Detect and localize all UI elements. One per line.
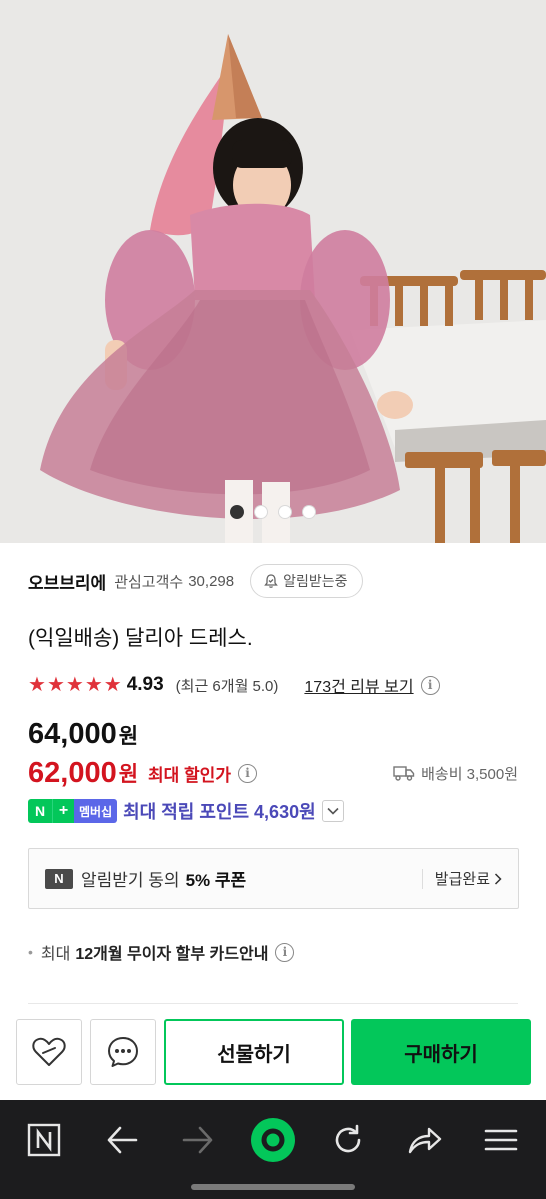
coupon-amount: 5% 쿠폰	[185, 871, 247, 890]
gallery-dot-2[interactable]	[254, 505, 268, 519]
back-icon[interactable]	[100, 1118, 144, 1162]
forward-icon[interactable]	[176, 1118, 220, 1162]
refresh-icon[interactable]	[326, 1118, 370, 1162]
divider	[421, 868, 423, 889]
bell-check-icon	[264, 574, 278, 588]
coupon-status[interactable]: 발급완료	[435, 868, 502, 889]
star-icon: ★	[46, 674, 65, 696]
truck-icon	[393, 766, 415, 781]
star-icon: ★	[28, 674, 46, 696]
naver-n-icon: N	[45, 868, 73, 889]
npay-n: N	[28, 799, 52, 823]
browser-navbar	[0, 1100, 546, 1199]
rating-stars: ★ ★ ★ ★ ★	[28, 675, 122, 695]
card-installment-row[interactable]: • 최대 12개월 무이자 할부 카드안내 i	[28, 938, 295, 966]
store-alarm-button[interactable]: 알림받는중	[250, 564, 363, 598]
shipping-fee: 배송비 3,500원	[393, 763, 518, 784]
talk-button[interactable]	[90, 1019, 156, 1085]
gallery-dot-4[interactable]	[302, 505, 316, 519]
store-row: 오브브리에 관심고객수 30,298 알림받는중	[28, 562, 518, 600]
coupon-status-label: 발급완료	[434, 871, 490, 888]
npay-membership: 멤버십	[74, 799, 118, 823]
gallery-pagination[interactable]	[0, 505, 546, 519]
heart-icon	[32, 1037, 66, 1066]
rating-recent: (최근 6개월 5.0)	[175, 677, 279, 695]
coupon-banner[interactable]: N 알림받기 동의 5% 쿠폰 발급완료	[28, 848, 519, 909]
gallery-dot-1[interactable]	[230, 505, 244, 519]
info-icon[interactable]: i	[275, 942, 295, 962]
info-icon[interactable]: i	[237, 763, 257, 783]
original-price: 64,000 원	[28, 718, 138, 751]
interest-count: 30,298	[188, 572, 235, 590]
product-image[interactable]	[0, 0, 546, 543]
max-point-text: 최대 적립 포인트 4,630원	[123, 802, 316, 822]
chevron-down-icon[interactable]	[321, 800, 344, 822]
shipping-text: 배송비 3,500원	[421, 765, 518, 783]
review-link[interactable]: 173건 리뷰 보기	[304, 673, 413, 697]
share-icon[interactable]	[403, 1118, 447, 1162]
sale-price-unit: 원	[118, 763, 139, 786]
coupon-text: 알림받기 동의	[81, 871, 180, 890]
card-prefix: 최대	[40, 946, 71, 963]
buy-button[interactable]: 구매하기	[351, 1019, 531, 1085]
menu-icon[interactable]	[479, 1118, 523, 1162]
original-price-value: 64,000	[28, 718, 117, 750]
sale-label: 최대 할인가	[148, 765, 231, 785]
green-dot-icon[interactable]	[251, 1118, 295, 1162]
point-row[interactable]: N + 멤버십 최대 적립 포인트 4,630원	[28, 798, 344, 824]
chat-icon	[108, 1037, 138, 1067]
interest-label: 관심고객수	[114, 573, 184, 591]
original-price-unit: 원	[118, 725, 139, 748]
npay-membership-badge: N + 멤버십	[28, 799, 118, 823]
store-name[interactable]: 오브브리에	[28, 569, 106, 594]
alarm-label: 알림받는중	[283, 573, 348, 589]
chevron-right-icon	[494, 872, 502, 885]
product-photo	[0, 0, 546, 543]
like-button[interactable]	[16, 1019, 82, 1085]
bullet: •	[28, 944, 33, 960]
npay-plus: +	[52, 799, 74, 823]
sale-price-row: 62,000 원 최대 할인가 i 배송비 3,500원	[28, 756, 518, 790]
star-icon: ★	[84, 674, 103, 696]
card-installment-text: 12개월 무이자 할부 카드안내	[75, 946, 269, 963]
rating-row: ★ ★ ★ ★ ★ 4.93 (최근 6개월 5.0) 173건 리뷰 보기 i	[28, 672, 518, 698]
divider	[28, 1003, 518, 1004]
purchase-bar: 선물하기 구매하기	[0, 1007, 546, 1099]
home-indicator[interactable]	[191, 1184, 355, 1190]
gallery-dot-3[interactable]	[278, 505, 292, 519]
star-icon: ★	[65, 674, 84, 696]
gift-button[interactable]: 선물하기	[164, 1019, 344, 1085]
rating-value: 4.93	[126, 674, 164, 695]
info-icon[interactable]: i	[420, 675, 440, 695]
naver-home-icon[interactable]	[22, 1118, 66, 1162]
sale-price-value: 62,000	[28, 756, 117, 789]
star-icon: ★	[103, 674, 122, 696]
product-title: (익일배송) 달리아 드레스.	[28, 627, 253, 650]
